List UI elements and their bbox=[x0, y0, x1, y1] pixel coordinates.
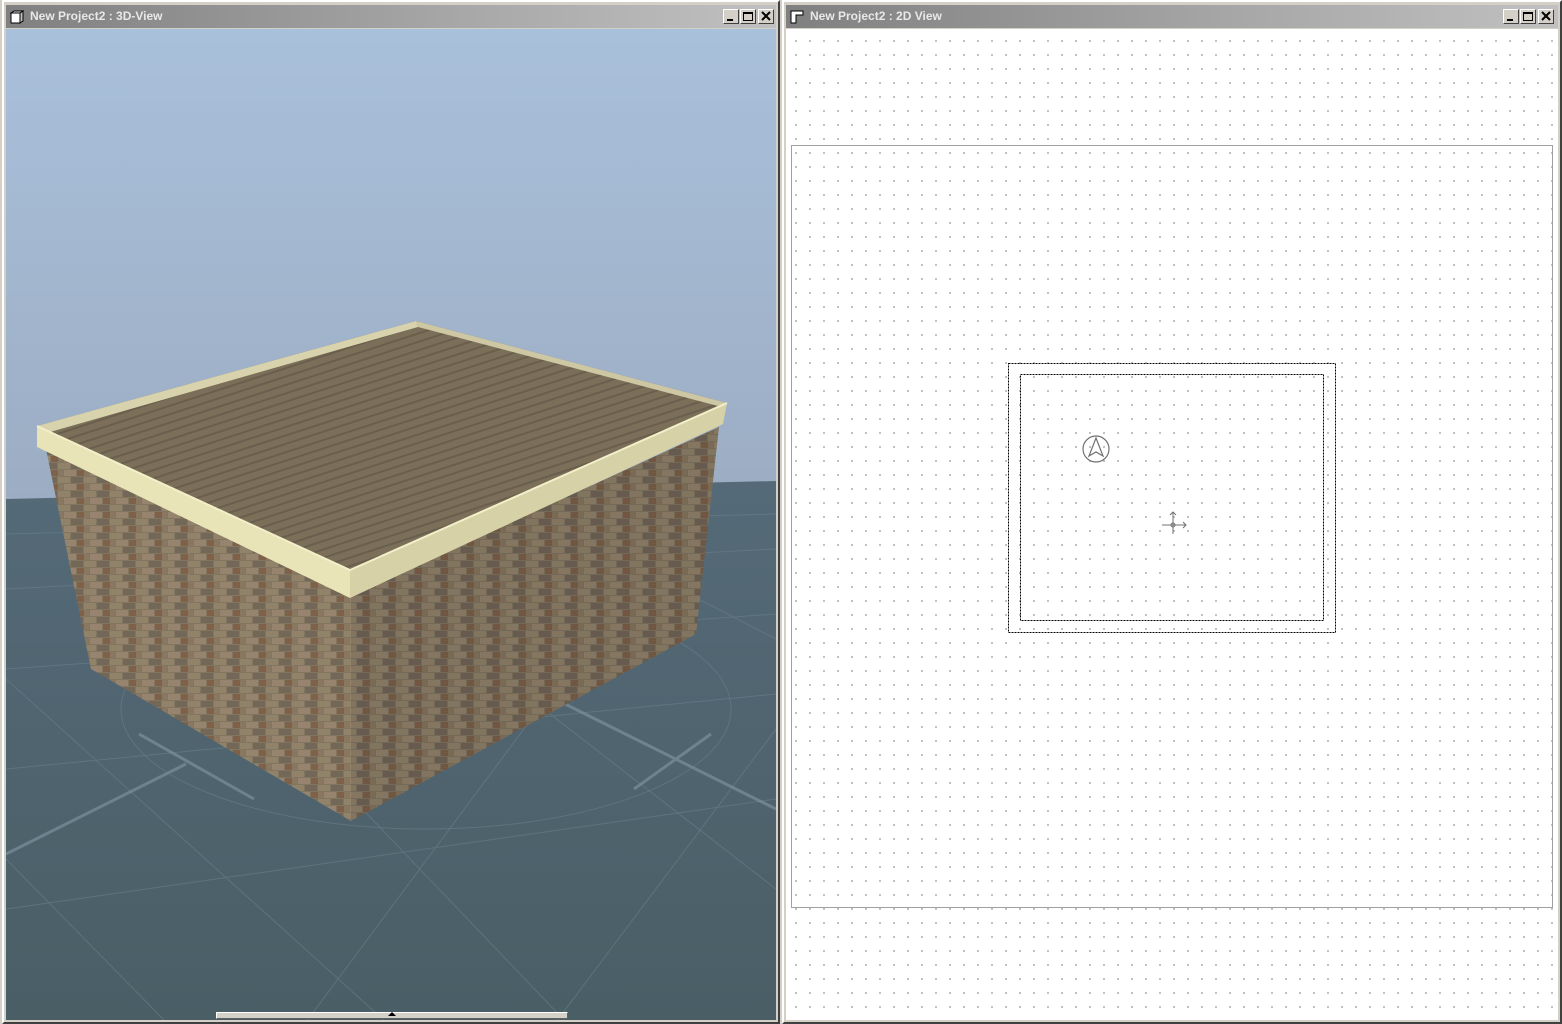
2d-view-title: New Project2 : 2D View bbox=[810, 9, 942, 23]
close-button[interactable] bbox=[758, 9, 774, 24]
3d-view-title: New Project2 : 3D-View bbox=[30, 9, 163, 23]
close-icon bbox=[1541, 11, 1551, 21]
3d-view-titlebar[interactable]: New Project2 : 3D-View bbox=[6, 5, 776, 28]
maximize-button[interactable] bbox=[740, 9, 756, 24]
view-scroll-handle[interactable] bbox=[216, 1012, 568, 1019]
close-button[interactable] bbox=[1538, 9, 1554, 24]
3d-viewport[interactable] bbox=[6, 29, 776, 1020]
3d-view-icon bbox=[9, 9, 25, 24]
2d-view-titlebar[interactable]: New Project2 : 2D View bbox=[786, 5, 1558, 28]
inner-wall[interactable] bbox=[1020, 374, 1324, 621]
minimize-icon bbox=[1507, 19, 1513, 21]
north-arrow-icon[interactable] bbox=[1081, 434, 1111, 464]
3d-view-window[interactable]: New Project2 : 3D-View bbox=[2, 0, 780, 1024]
minimize-icon bbox=[727, 19, 733, 21]
maximize-button[interactable] bbox=[1520, 9, 1536, 24]
2d-view-icon bbox=[790, 9, 804, 24]
2d-canvas[interactable] bbox=[786, 29, 1558, 1020]
maximize-icon bbox=[743, 12, 753, 21]
outer-wall[interactable] bbox=[1008, 363, 1336, 633]
maximize-icon bbox=[1523, 12, 1533, 21]
3d-scene[interactable] bbox=[6, 29, 776, 1020]
close-icon bbox=[761, 11, 771, 21]
origin-crosshair-icon[interactable] bbox=[1160, 510, 1190, 540]
minimize-button[interactable] bbox=[723, 9, 739, 24]
scroll-up-arrow-icon[interactable] bbox=[388, 1012, 396, 1016]
minimize-button[interactable] bbox=[1503, 9, 1519, 24]
2d-view-window[interactable]: New Project2 : 2D View bbox=[782, 0, 1562, 1024]
